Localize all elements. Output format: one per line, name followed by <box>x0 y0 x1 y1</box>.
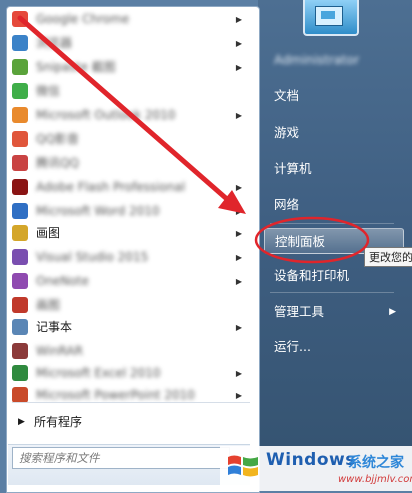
tooltip: 更改您的 <box>364 247 412 267</box>
program-item[interactable]: Visual Studio 2015 ▶ <box>8 246 250 269</box>
program-label: Microsoft Outlook 2010 <box>36 108 176 122</box>
program-label: Microsoft PowerPoint 2010 <box>36 388 195 402</box>
chevron-right-icon[interactable]: ▶ <box>236 104 242 127</box>
chevron-right-icon[interactable]: ▶ <box>236 222 242 245</box>
chevron-right-icon[interactable]: ▶ <box>236 270 242 293</box>
program-label: WinRAR <box>36 344 83 358</box>
program-label: 画图 <box>36 226 61 240</box>
program-item[interactable]: 记事本 ▶ <box>8 316 250 339</box>
program-label: 记事本 <box>36 320 73 334</box>
program-icon <box>12 11 28 27</box>
watermark: Windows 系统之家 www.bjjmlv.com <box>220 446 412 491</box>
program-item[interactable]: Snipaste 截图 ▶ <box>8 56 250 79</box>
program-item[interactable]: 浏览器 ▶ <box>8 32 250 55</box>
program-icon <box>12 203 28 219</box>
all-programs-label: 所有程序 <box>34 415 83 429</box>
program-label: Microsoft Excel 2010 <box>36 366 161 380</box>
program-item[interactable]: Microsoft Word 2010 ▶ <box>8 200 250 223</box>
program-icon <box>12 387 28 403</box>
program-label: Adobe Flash Professional <box>36 180 186 194</box>
program-icon <box>12 273 28 289</box>
chevron-right-icon[interactable]: ▶ <box>236 176 242 199</box>
user-picture[interactable] <box>303 0 359 36</box>
chevron-right-icon: ▶ <box>389 307 396 317</box>
program-icon <box>12 249 28 265</box>
chevron-right-icon[interactable]: ▶ <box>236 200 242 223</box>
program-icon <box>12 107 28 123</box>
windows-logo-icon <box>228 455 258 477</box>
watermark-brand-cn: 系统之家 <box>348 455 404 471</box>
user-name[interactable]: Administrator <box>264 46 404 74</box>
program-item[interactable]: Microsoft Excel 2010 ▶ <box>8 362 250 385</box>
chevron-right-icon[interactable]: ▶ <box>236 384 242 407</box>
program-icon <box>12 59 28 75</box>
program-icon <box>12 225 28 241</box>
admin-tools-link[interactable]: 管理工具 ▶ <box>264 298 404 326</box>
program-icon <box>12 297 28 313</box>
program-icon <box>12 319 28 335</box>
program-item[interactable]: QQ影音 <box>8 128 250 151</box>
program-icon <box>12 131 28 147</box>
program-label: Microsoft Word 2010 <box>36 204 160 218</box>
program-label: Google Chrome <box>36 12 130 26</box>
program-item[interactable]: WinRAR <box>8 340 250 363</box>
program-icon <box>12 365 28 381</box>
watermark-brand: Windows <box>266 450 356 470</box>
chevron-right-icon[interactable]: ▶ <box>236 246 242 269</box>
program-label: 腾讯QQ <box>36 156 79 170</box>
program-item[interactable]: Google Chrome ▶ <box>8 8 250 31</box>
run-link[interactable]: 运行... <box>264 333 404 361</box>
program-label: Snipaste 截图 <box>36 60 116 74</box>
chevron-right-icon[interactable]: ▶ <box>236 32 242 55</box>
admin-tools-label: 管理工具 <box>274 304 325 319</box>
right-separator <box>270 223 394 224</box>
chevron-right-icon[interactable]: ▶ <box>236 8 242 31</box>
chevron-right-icon[interactable]: ▶ <box>236 316 242 339</box>
program-item[interactable]: OneNote ▶ <box>8 270 250 293</box>
program-label: 浏览器 <box>36 36 73 50</box>
program-item[interactable]: Microsoft PowerPoint 2010 ▶ <box>8 384 250 407</box>
program-label: 画图 <box>36 298 61 312</box>
program-icon <box>12 179 28 195</box>
program-label: 微信 <box>36 84 61 98</box>
program-icon <box>12 83 28 99</box>
program-icon <box>12 35 28 51</box>
program-item[interactable]: Microsoft Outlook 2010 ▶ <box>8 104 250 127</box>
program-item[interactable]: 微信 <box>8 80 250 103</box>
program-icon <box>12 343 28 359</box>
program-icon <box>12 155 28 171</box>
left-separator <box>12 402 250 403</box>
program-label: OneNote <box>36 274 89 288</box>
program-item[interactable]: Adobe Flash Professional ▶ <box>8 176 250 199</box>
computer-link[interactable]: 计算机 <box>264 155 404 183</box>
chevron-right-icon[interactable]: ▶ <box>236 362 242 385</box>
right-separator <box>270 292 394 293</box>
network-link[interactable]: 网络 <box>264 191 404 219</box>
chevron-right-icon[interactable]: ▶ <box>236 56 242 79</box>
games-link[interactable]: 游戏 <box>264 119 404 147</box>
documents-link[interactable]: 文档 <box>264 82 404 110</box>
program-label: Visual Studio 2015 <box>36 250 149 264</box>
program-item[interactable]: 画图 ▶ <box>8 222 250 245</box>
all-programs-button[interactable]: ▶ 所有程序 <box>12 410 250 434</box>
search-input[interactable] <box>12 447 230 469</box>
triangle-right-icon: ▶ <box>18 417 25 427</box>
program-item[interactable]: 画图 <box>8 294 250 317</box>
program-item[interactable]: 腾讯QQ <box>8 152 250 175</box>
watermark-url: www.bjjmlv.com <box>338 474 412 485</box>
program-label: QQ影音 <box>36 132 79 146</box>
